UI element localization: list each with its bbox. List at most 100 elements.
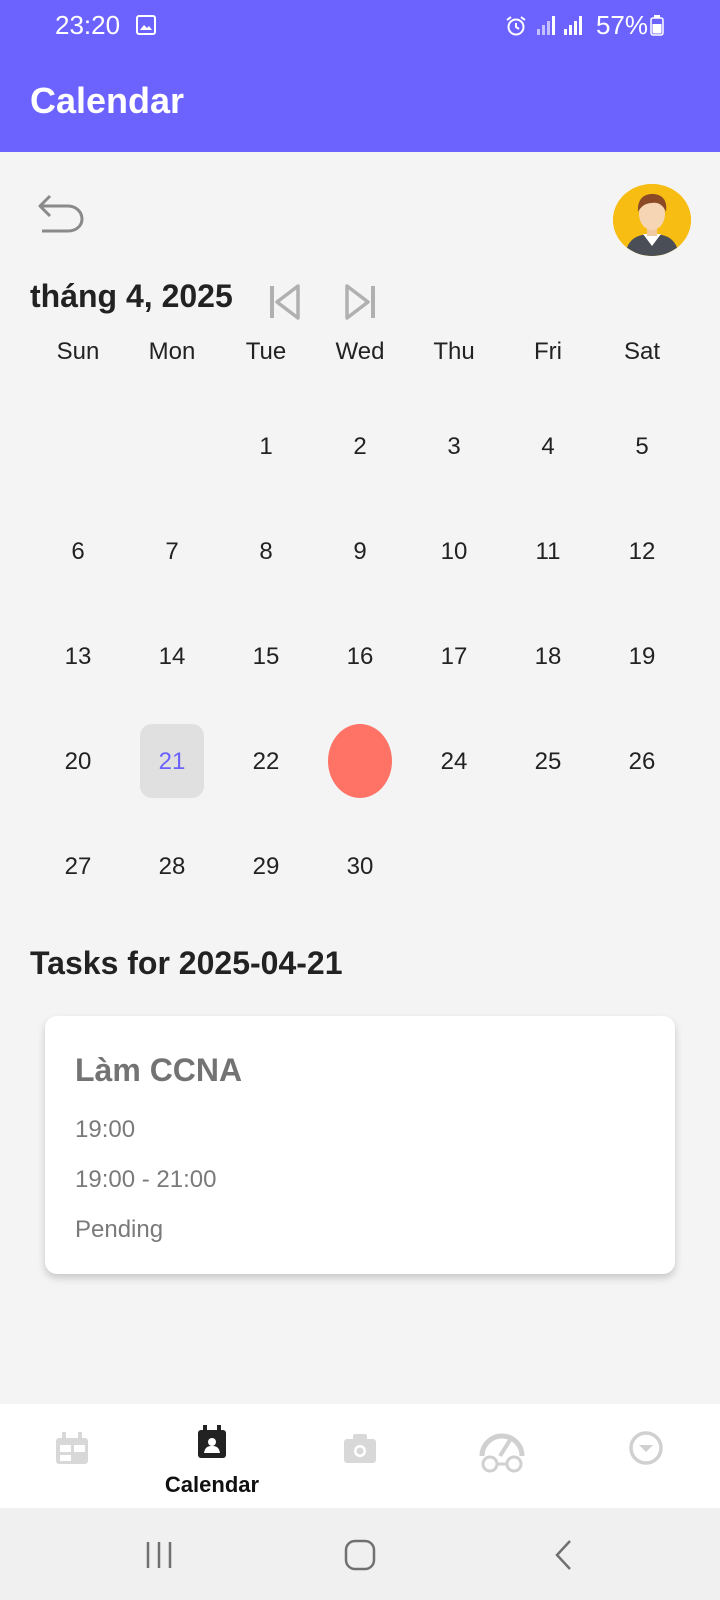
calendar-day-number: 19 xyxy=(628,642,656,670)
calendar-day-number: 17 xyxy=(440,642,468,670)
undo-back-icon[interactable] xyxy=(36,190,86,236)
calendar-day[interactable]: 26 xyxy=(595,709,689,814)
battery-percent: 57% xyxy=(595,10,648,40)
app-title: Calendar xyxy=(30,80,185,121)
weekday-header: Sun Mon Tue Wed Thu Fri Sat xyxy=(31,338,691,366)
calendar-day-number: 12 xyxy=(628,537,656,565)
skip-next-icon[interactable] xyxy=(343,282,377,322)
nav-label-calendar: Calendar xyxy=(164,1472,260,1497)
calendar-day[interactable]: 12 xyxy=(595,499,689,604)
calendar-day[interactable]: 7 xyxy=(125,499,219,604)
calendar-day-number: 11 xyxy=(535,537,561,565)
status-bar: 23:20 57% xyxy=(0,0,720,52)
calendar-blank-cell xyxy=(31,394,125,499)
signal-icon xyxy=(564,16,582,35)
calendar-day-number: 27 xyxy=(64,852,92,880)
calendar-day[interactable]: 9 xyxy=(313,499,407,604)
calendar-day-number: 29 xyxy=(252,852,280,880)
calendar-day-number: 9 xyxy=(353,537,367,565)
calendar-day-number: 5 xyxy=(635,432,649,460)
calendar-day-number: 18 xyxy=(534,642,562,670)
photo-icon xyxy=(136,15,156,35)
calendar-day[interactable]: 10 xyxy=(407,499,501,604)
calendar-day-number: 10 xyxy=(440,537,468,565)
calendar-day[interactable]: 11 xyxy=(501,499,595,604)
weekday-label: Thu xyxy=(433,338,475,365)
recents-icon[interactable] xyxy=(142,1538,178,1572)
task-time-range: 19:00 - 21:00 xyxy=(75,1166,217,1193)
calendar-day-number: 1 xyxy=(259,432,273,460)
month-title: tháng 4, 2025 xyxy=(30,278,233,314)
calendar-day[interactable]: 19 xyxy=(595,604,689,709)
calendar-day-number: 25 xyxy=(534,747,562,775)
calendar-day-number: 6 xyxy=(71,537,85,565)
calendar-day-number: 14 xyxy=(158,642,186,670)
calendar-day-number: 7 xyxy=(165,537,179,565)
nav-item-gauge[interactable] xyxy=(432,1404,576,1508)
skip-previous-icon[interactable] xyxy=(268,282,302,322)
status-time: 23:20 xyxy=(55,10,121,40)
calendar-day-number: 21 xyxy=(158,747,186,775)
calendar-day[interactable]: 18 xyxy=(501,604,595,709)
task-status: Pending xyxy=(75,1216,164,1243)
nav-item-camera[interactable] xyxy=(288,1404,432,1508)
calendar-day-number: 4 xyxy=(541,432,555,460)
calendar-day-number: 30 xyxy=(346,852,374,880)
calendar-day[interactable]: 14 xyxy=(125,604,219,709)
calendar-day[interactable]: 29 xyxy=(219,814,313,919)
calendar-day[interactable]: 6 xyxy=(31,499,125,604)
weekday-label: Sat xyxy=(623,338,661,365)
bottom-nav: Calendar xyxy=(0,1404,720,1508)
nav-item-dashboard[interactable] xyxy=(0,1404,144,1508)
nav-item-more[interactable] xyxy=(576,1404,720,1508)
calendar-icon xyxy=(198,1425,226,1458)
battery-icon xyxy=(650,15,664,36)
calendar-day-number: 16 xyxy=(346,642,374,670)
calendar-day[interactable]: 30 xyxy=(313,814,407,919)
weekday-label: Mon xyxy=(148,338,196,365)
calendar-day[interactable]: 28 xyxy=(125,814,219,919)
calendar-day-number: 3 xyxy=(447,432,461,460)
calendar-day-number: 28 xyxy=(158,852,186,880)
calendar-day[interactable]: 25 xyxy=(501,709,595,814)
avatar[interactable] xyxy=(613,184,691,256)
calendar-day[interactable]: 24 xyxy=(407,709,501,814)
avatar-person-icon xyxy=(613,184,691,256)
calendar-day[interactable]: 16 xyxy=(313,604,407,709)
calendar-day[interactable]: 4 xyxy=(501,394,595,499)
task-title: Làm CCNA xyxy=(75,1052,243,1088)
calendar-day-number: 2 xyxy=(353,432,367,460)
back-icon[interactable] xyxy=(546,1538,582,1572)
weekday-label: Tue xyxy=(245,338,287,365)
calendar-blank-cell xyxy=(125,394,219,499)
calendar-day[interactable]: 22 xyxy=(219,709,313,814)
calendar-day[interactable]: 2 xyxy=(313,394,407,499)
home-icon[interactable] xyxy=(342,1538,378,1572)
system-nav-bar xyxy=(0,1508,720,1600)
calendar-day-number: 23 xyxy=(347,748,374,776)
calendar-day[interactable]: 1 xyxy=(219,394,313,499)
calendar-day-number: 13 xyxy=(64,642,92,670)
tasks-heading: Tasks for 2025-04-21 xyxy=(30,945,343,981)
calendar-day[interactable]: 20 xyxy=(31,709,125,814)
task-time: 19:00 xyxy=(75,1116,136,1143)
calendar-day[interactable]: 23 xyxy=(313,709,407,814)
calendar-day[interactable]: 5 xyxy=(595,394,689,499)
calendar-grid: 1234567891011121314151617181920212223242… xyxy=(31,394,691,919)
calendar-day[interactable]: 17 xyxy=(407,604,501,709)
task-card[interactable]: Làm CCNA 19:00 19:00 - 21:00 Pending xyxy=(45,1016,675,1274)
calendar-day[interactable]: 3 xyxy=(407,394,501,499)
dropdown-icon xyxy=(629,1431,663,1465)
calendar-day[interactable]: 8 xyxy=(219,499,313,604)
calendar-day-number: 26 xyxy=(628,747,656,775)
calendar-day-number: 8 xyxy=(259,537,273,565)
nav-item-calendar[interactable]: Calendar xyxy=(140,1404,284,1508)
calendar-day[interactable]: 13 xyxy=(31,604,125,709)
calendar-day-number: 15 xyxy=(252,642,280,670)
signal-icon xyxy=(537,16,555,35)
calendar-day[interactable]: 15 xyxy=(219,604,313,709)
weekday-label: Wed xyxy=(335,338,385,365)
calendar-day[interactable]: 27 xyxy=(31,814,125,919)
calendar-day-number: 24 xyxy=(440,747,468,775)
calendar-day[interactable]: 21 xyxy=(125,709,219,814)
